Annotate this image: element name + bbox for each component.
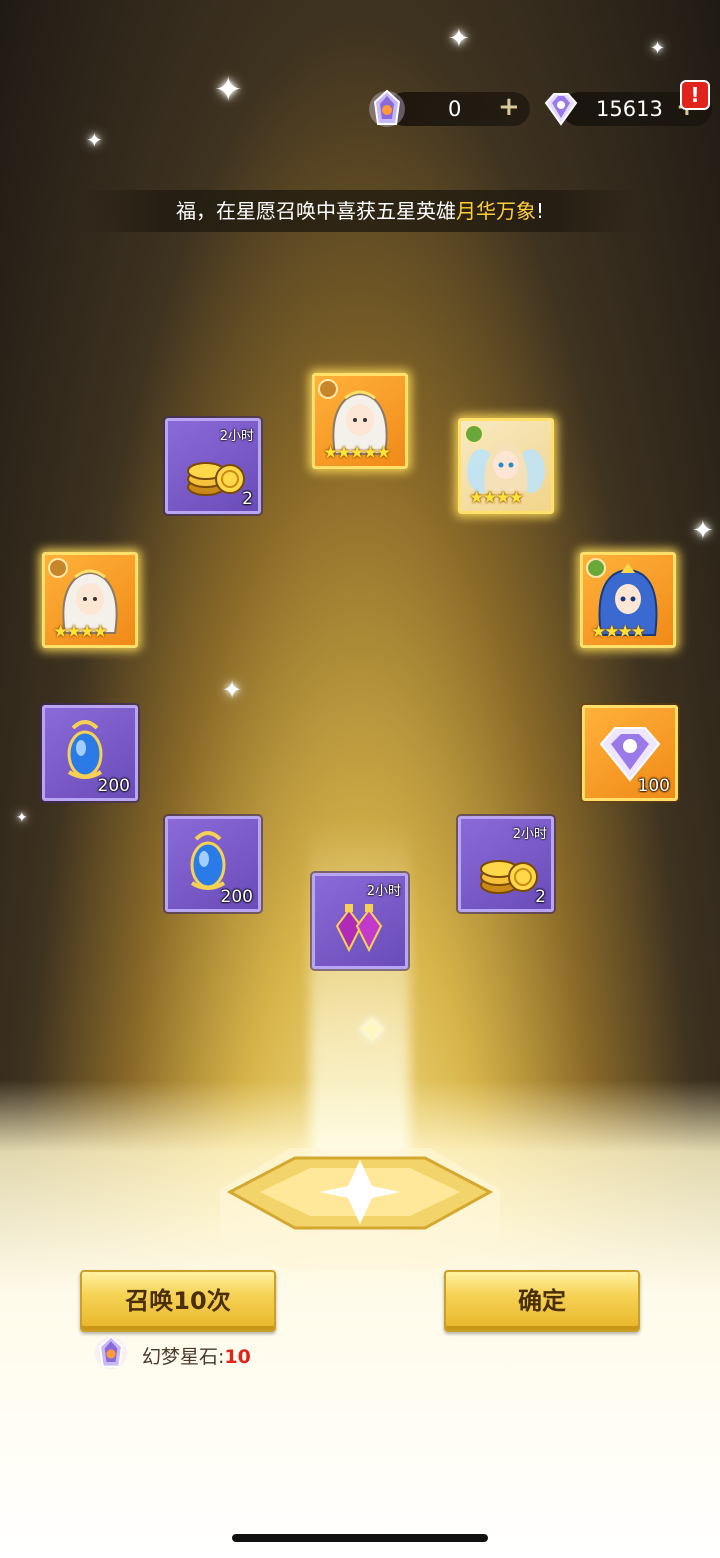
reward-card-hero[interactable]: ★★★★ <box>42 552 138 648</box>
sparkle-icon: ✦ <box>355 1008 389 1054</box>
diamond-icon <box>544 93 578 126</box>
element-badge-icon <box>464 424 484 444</box>
hero-name-highlight: 月华万象 <box>455 199 536 223</box>
reward-card-blue-crystal[interactable]: 200 <box>42 705 138 801</box>
sparkle-icon: ✦ <box>214 70 243 110</box>
element-badge-icon <box>586 558 606 578</box>
sparkle-icon: ✦ <box>86 128 103 152</box>
reward-card-gold-coins[interactable]: 2小时 2 <box>165 418 261 514</box>
reward-card-diamond[interactable]: 100 <box>582 705 678 801</box>
dream-stone-icon <box>369 89 405 127</box>
reward-card-hero[interactable]: ★★★★ <box>458 418 554 514</box>
sparkle-icon: ✦ <box>222 676 243 704</box>
diamond-amount: 15613 <box>596 97 663 121</box>
quantity-label: 2 <box>242 489 253 509</box>
announcement-marquee: 福，在星愿召唤中喜获五星英雄月华万象! <box>80 190 640 232</box>
reward-card-hero[interactable]: ★★★★ <box>580 552 676 648</box>
reward-card-exp-potion[interactable]: 2小时 <box>312 873 408 969</box>
reward-card-gold-coins[interactable]: 2小时 2 <box>458 816 554 912</box>
summon-altar <box>220 1148 500 1270</box>
quantity-label: 100 <box>637 776 670 796</box>
element-badge-icon <box>48 558 68 578</box>
sparkle-icon: ✦ <box>650 38 666 59</box>
sparkle-icon: ✦ <box>692 516 714 546</box>
quantity-label: 200 <box>220 887 253 907</box>
sparkle-icon: ✦ <box>448 24 470 54</box>
add-stone-button[interactable]: + <box>498 94 520 120</box>
cost-label: 幻梦星石: <box>142 1346 225 1368</box>
quantity-label: 2 <box>535 887 546 907</box>
duration-tag: 2小时 <box>366 884 401 899</box>
summon-10-button[interactable]: 召唤10次 <box>80 1270 276 1332</box>
cost-amount: 10 <box>224 1346 251 1368</box>
reward-card-blue-crystal[interactable]: 200 <box>165 816 261 912</box>
duration-tag: 2小时 <box>219 429 254 444</box>
confirm-button[interactable]: 确定 <box>444 1270 640 1332</box>
quantity-label: 200 <box>97 776 130 796</box>
stone-currency: 0 + <box>366 88 536 130</box>
announcement-text: 福，在星愿召唤中喜获五星英雄 <box>175 199 456 223</box>
star-rating: ★★★★ <box>591 622 646 642</box>
stone-amount: 0 <box>448 97 462 121</box>
duration-tag: 2小时 <box>512 827 547 842</box>
element-badge-icon <box>318 379 338 399</box>
home-indicator[interactable] <box>232 1534 488 1542</box>
announcement-suffix: ! <box>535 199 545 223</box>
star-rating: ★★★★ <box>53 622 108 642</box>
sparkle-icon: ✦ <box>16 810 28 826</box>
summon-cost: 幻梦星石:10 <box>92 1332 251 1374</box>
reward-card-hero[interactable]: ★★★★★ <box>312 373 408 469</box>
star-rating: ★★★★ <box>469 488 524 508</box>
dream-stone-icon <box>94 1335 128 1370</box>
alert-badge: ! <box>680 80 710 110</box>
star-rating: ★★★★★ <box>323 443 391 463</box>
